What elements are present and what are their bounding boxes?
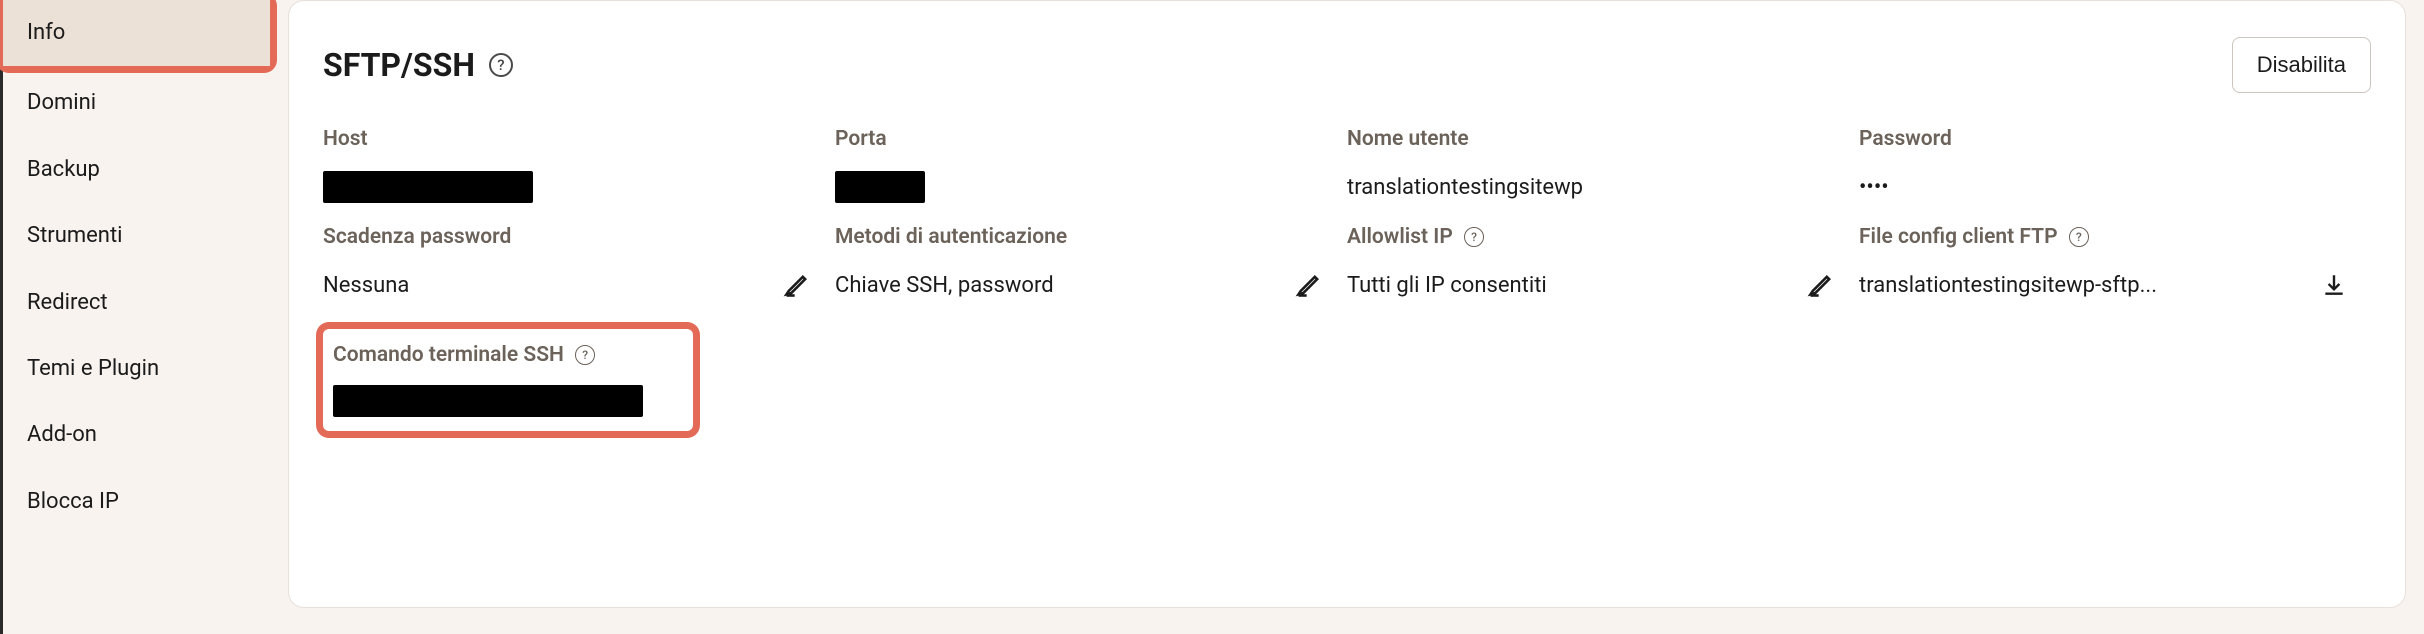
content-area: SFTP/SSH ? Disabilita Host Porta Nome ut… xyxy=(270,0,2424,634)
value-row-ftp-config: translationtestingsitewp-sftp... xyxy=(1859,267,2347,303)
help-icon[interactable]: ? xyxy=(1464,227,1484,247)
value-row-allowlist: Tutti gli IP consentiti xyxy=(1347,267,1835,303)
label-allowlist-text: Allowlist IP xyxy=(1347,225,1453,249)
cell-ftp-config: File config client FTP ? translationtest… xyxy=(1859,225,2371,303)
sidebar-item-label: Info xyxy=(27,20,65,45)
sidebar-item-label: Domini xyxy=(27,90,96,115)
cell-port: Porta xyxy=(835,127,1347,205)
sidebar-item-label: Temi e Plugin xyxy=(27,356,159,381)
label-port: Porta xyxy=(835,127,1323,151)
value-row-ssh-cmd xyxy=(333,383,683,419)
fields-row-1: Host Porta Nome utente translationtestin… xyxy=(323,127,2371,225)
label-host: Host xyxy=(323,127,811,151)
sidebar-item-label: Redirect xyxy=(27,290,108,315)
value-row-auth-methods: Chiave SSH, password xyxy=(835,267,1323,303)
sftp-panel: SFTP/SSH ? Disabilita Host Porta Nome ut… xyxy=(288,0,2406,608)
label-ssh-cmd-text: Comando terminale SSH xyxy=(333,343,564,367)
disable-button[interactable]: Disabilita xyxy=(2232,37,2371,93)
edit-icon[interactable] xyxy=(783,271,811,299)
ssh-command-highlight: Comando terminale SSH ? xyxy=(323,329,693,431)
cell-user: Nome utente translationtestingsitewp xyxy=(1347,127,1859,205)
redacted-port xyxy=(835,171,925,203)
value-password: •••• xyxy=(1859,175,1889,200)
sidebar-highlight-info: Info xyxy=(3,0,270,66)
sidebar-item-backup[interactable]: Backup xyxy=(3,137,270,203)
sidebar-item-temi-plugin[interactable]: Temi e Plugin xyxy=(3,336,270,402)
label-ftp-config: File config client FTP ? xyxy=(1859,225,2347,249)
fields-row-2: Scadenza password Nessuna Metodi di aute… xyxy=(323,225,2371,323)
value-row-pass-expiry: Nessuna xyxy=(323,267,811,303)
value-row-user: translationtestingsitewp xyxy=(1347,169,1835,205)
redacted-ssh-cmd xyxy=(333,385,643,417)
sidebar-item-redirect[interactable]: Redirect xyxy=(3,270,270,336)
sidebar-item-label: Backup xyxy=(27,157,100,182)
download-icon[interactable] xyxy=(2321,272,2347,298)
value-allowlist: Tutti gli IP consentiti xyxy=(1347,273,1547,298)
label-auth-methods: Metodi di autenticazione xyxy=(835,225,1323,249)
label-user: Nome utente xyxy=(1347,127,1835,151)
value-ftp-config: translationtestingsitewp-sftp... xyxy=(1859,273,2157,298)
sidebar-item-addon[interactable]: Add-on xyxy=(3,402,270,468)
help-icon[interactable]: ? xyxy=(2069,227,2089,247)
value-row-host xyxy=(323,169,811,205)
sidebar: Info Domini Backup Strumenti Redirect Te… xyxy=(0,0,270,634)
label-password: Password xyxy=(1859,127,2347,151)
sidebar-item-domini[interactable]: Domini xyxy=(3,70,270,136)
edit-icon[interactable] xyxy=(1807,271,1835,299)
cell-host: Host xyxy=(323,127,835,205)
cell-pass-expiry: Scadenza password Nessuna xyxy=(323,225,835,303)
label-pass-expiry: Scadenza password xyxy=(323,225,811,249)
help-icon[interactable]: ? xyxy=(489,53,513,77)
sidebar-item-blocca-ip[interactable]: Blocca IP xyxy=(3,469,270,535)
value-pass-expiry: Nessuna xyxy=(323,273,409,298)
panel-title-wrap: SFTP/SSH ? xyxy=(323,46,513,84)
panel-header: SFTP/SSH ? Disabilita xyxy=(323,37,2371,93)
cell-password: Password •••• xyxy=(1859,127,2371,205)
label-ftp-config-text: File config client FTP xyxy=(1859,225,2058,249)
label-allowlist: Allowlist IP ? xyxy=(1347,225,1835,249)
value-user: translationtestingsitewp xyxy=(1347,175,1583,200)
sidebar-item-info[interactable]: Info xyxy=(3,0,270,66)
cell-allowlist: Allowlist IP ? Tutti gli IP consentiti xyxy=(1347,225,1859,303)
value-auth-methods: Chiave SSH, password xyxy=(835,273,1054,298)
sidebar-item-strumenti[interactable]: Strumenti xyxy=(3,203,270,269)
value-row-password: •••• xyxy=(1859,169,2347,205)
cell-auth-methods: Metodi di autenticazione Chiave SSH, pas… xyxy=(835,225,1347,303)
label-ssh-cmd: Comando terminale SSH ? xyxy=(333,343,683,367)
panel-title: SFTP/SSH xyxy=(323,46,475,84)
help-icon[interactable]: ? xyxy=(575,345,595,365)
edit-icon[interactable] xyxy=(1295,271,1323,299)
sidebar-item-label: Add-on xyxy=(27,422,97,447)
sidebar-item-label: Blocca IP xyxy=(27,489,119,514)
redacted-host xyxy=(323,171,533,203)
sidebar-item-label: Strumenti xyxy=(27,223,123,248)
value-row-port xyxy=(835,169,1323,205)
